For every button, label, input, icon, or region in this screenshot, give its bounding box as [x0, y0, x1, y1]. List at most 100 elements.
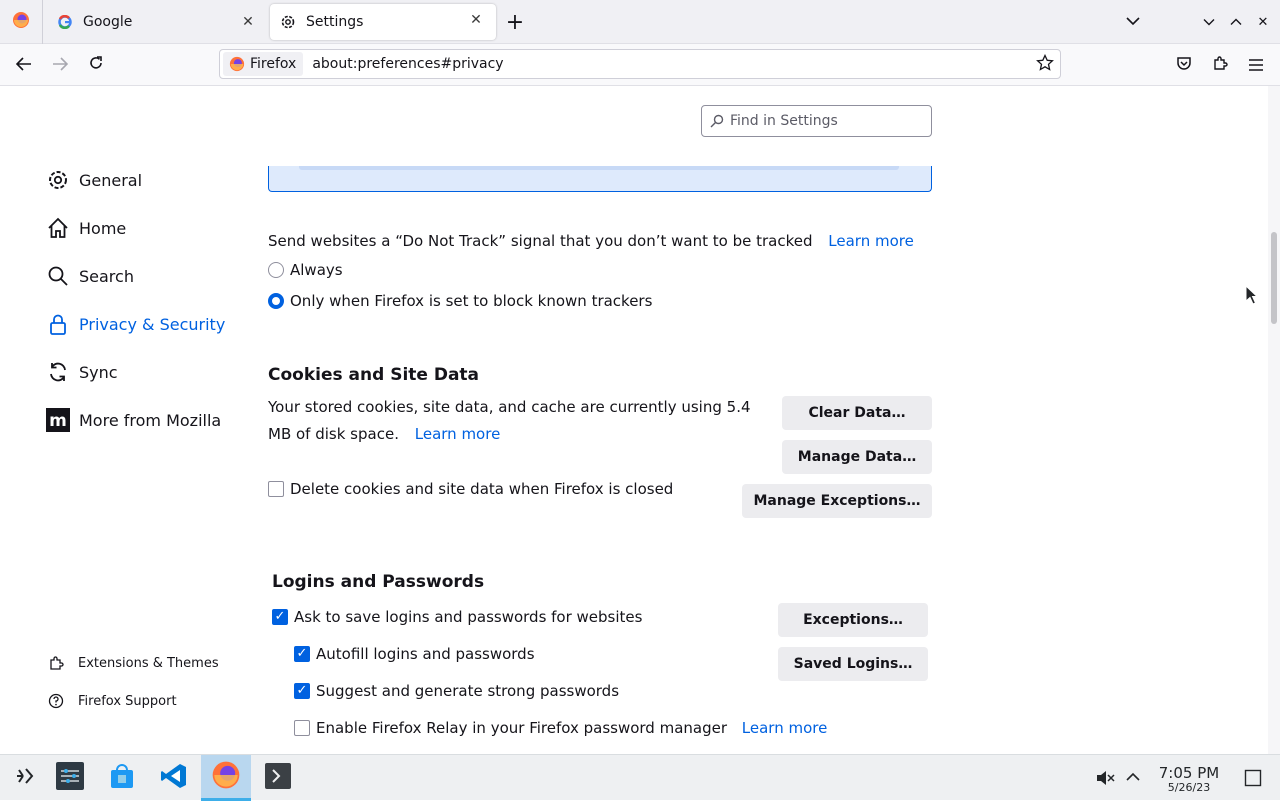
back-button[interactable] — [10, 52, 38, 78]
sidebar-item-label: Extensions & Themes — [78, 655, 219, 671]
firefox-relay-checkbox[interactable] — [294, 720, 310, 736]
app-menu-button[interactable] — [1242, 52, 1270, 78]
cookies-heading: Cookies and Site Data — [268, 365, 480, 385]
taskbar: 7:05 PM 5/26/23 — [0, 754, 1280, 801]
sidebar-item-label: Firefox Support — [78, 693, 177, 709]
close-icon[interactable]: ✕ — [466, 10, 486, 30]
sidebar-item-search[interactable]: Search — [46, 259, 134, 293]
sidebar-item-firefox-support[interactable]: Firefox Support — [46, 689, 177, 713]
tab-settings[interactable]: Settings ✕ — [270, 4, 496, 40]
logins-exceptions-button[interactable]: Exceptions… — [778, 603, 928, 637]
card-divider — [299, 166, 899, 170]
clear-data-button[interactable]: Clear Data… — [782, 396, 932, 430]
tracking-protection-card — [268, 166, 932, 192]
manage-exceptions-button[interactable]: Manage Exceptions… — [742, 484, 932, 518]
scrollbar-thumb[interactable] — [1271, 232, 1277, 324]
relay-learn-more-link[interactable]: Learn more — [742, 719, 828, 737]
volume-muted-icon[interactable] — [1095, 768, 1115, 792]
vscode-icon — [160, 762, 188, 794]
lock-icon — [46, 312, 70, 336]
close-icon: ✕ — [1257, 14, 1269, 30]
clock-date[interactable]: 5/26/23 — [1154, 781, 1224, 794]
tab-google[interactable]: Google ✕ — [42, 0, 268, 44]
firefox-icon — [211, 760, 241, 794]
firefox-icon — [229, 56, 245, 72]
clock-time[interactable]: 7:05 PM — [1154, 764, 1224, 782]
arrow-left-icon — [15, 55, 32, 76]
minimize-button[interactable] — [1198, 0, 1220, 44]
taskbar-discover[interactable] — [97, 755, 147, 801]
ask-save-logins-checkbox[interactable]: ✓ — [272, 609, 288, 625]
cookies-learn-more-link[interactable]: Learn more — [415, 425, 501, 443]
sidebar-item-privacy-security[interactable]: Privacy & Security — [46, 307, 225, 341]
logins-heading: Logins and Passwords — [272, 572, 485, 592]
sidebar-item-label: More from Mozilla — [79, 410, 222, 430]
search-input[interactable]: Find in Settings — [701, 105, 932, 137]
dnt-learn-more-link[interactable]: Learn more — [828, 232, 914, 250]
ask-save-logins-label[interactable]: Ask to save logins and passwords for web… — [294, 608, 642, 626]
search-placeholder: Find in Settings — [730, 113, 838, 129]
close-window-button[interactable]: ✕ — [1252, 0, 1274, 44]
chevron-up-icon — [1230, 14, 1242, 30]
show-desktop-icon[interactable] — [1244, 769, 1262, 791]
sync-icon — [46, 360, 70, 384]
pocket-button[interactable] — [1170, 52, 1198, 78]
application-launcher[interactable] — [0, 755, 50, 801]
close-icon[interactable]: ✕ — [238, 12, 258, 32]
cookies-usage-text: MB of disk space. — [268, 425, 399, 443]
delete-cookies-checkbox[interactable] — [268, 481, 284, 497]
home-icon — [46, 216, 70, 240]
sidebar-item-label: Search — [79, 266, 134, 286]
delete-cookies-label[interactable]: Delete cookies and site data when Firefo… — [290, 480, 673, 498]
forward-button[interactable] — [46, 52, 74, 78]
tab-label: Google — [83, 14, 133, 30]
manage-data-button[interactable]: Manage Data… — [782, 440, 932, 474]
identity-box[interactable]: Firefox — [223, 52, 304, 76]
extensions-button[interactable] — [1206, 52, 1234, 78]
maximize-button[interactable] — [1225, 0, 1247, 44]
dnt-only-when-blocking-label[interactable]: Only when Firefox is set to block known … — [290, 292, 652, 310]
suggest-passwords-label[interactable]: Suggest and generate strong passwords — [316, 682, 619, 700]
settings-page: Find in Settings General Home Search Pri… — [0, 86, 1268, 754]
chevron-down-icon — [1203, 14, 1215, 30]
sidebar-item-label: General — [79, 170, 143, 190]
saved-logins-button[interactable]: Saved Logins… — [778, 647, 928, 681]
reload-button[interactable] — [82, 52, 110, 78]
sidebar-item-home[interactable]: Home — [46, 211, 126, 245]
firefox-view-button[interactable] — [0, 0, 42, 44]
terminal-icon — [264, 762, 292, 794]
cookies-usage-line2: MB of disk space. Learn more — [268, 425, 500, 443]
taskbar-terminal[interactable] — [253, 755, 303, 801]
sidebar-item-sync[interactable]: Sync — [46, 355, 118, 389]
bookmark-star-icon[interactable] — [1036, 53, 1054, 76]
autofill-logins-label[interactable]: Autofill logins and passwords — [316, 645, 535, 663]
sidebar-item-extensions-themes[interactable]: Extensions & Themes — [46, 651, 219, 675]
mozilla-icon: m — [46, 408, 70, 432]
new-tab-button[interactable]: + — [502, 0, 528, 44]
dnt-only-when-blocking-radio[interactable] — [268, 293, 284, 309]
autofill-logins-checkbox[interactable]: ✓ — [294, 646, 310, 662]
launcher-icon — [13, 764, 37, 792]
puzzle-icon — [1212, 55, 1228, 76]
firefox-relay-label[interactable]: Enable Firefox Relay in your Firefox pas… — [316, 719, 727, 737]
page-scrollbar[interactable] — [1268, 86, 1280, 754]
dnt-always-label[interactable]: Always — [290, 261, 343, 279]
gear-icon — [280, 14, 296, 30]
search-icon — [710, 114, 724, 128]
mouse-cursor — [1245, 284, 1259, 309]
reload-icon — [88, 55, 104, 76]
dnt-always-radio[interactable] — [268, 262, 284, 278]
settings-app-icon — [55, 761, 85, 795]
taskbar-vscode[interactable] — [149, 755, 199, 801]
sidebar-item-more-from-mozilla[interactable]: m More from Mozilla — [46, 403, 221, 437]
system-tray-expand-icon[interactable] — [1126, 770, 1140, 788]
list-all-tabs-button[interactable] — [1121, 0, 1145, 44]
taskbar-firefox[interactable] — [201, 755, 251, 801]
sidebar-item-general[interactable]: General — [46, 163, 142, 197]
url-text[interactable]: about:preferences#privacy — [312, 56, 503, 72]
taskbar-system-settings[interactable] — [45, 755, 95, 801]
url-bar[interactable]: Firefox about:preferences#privacy — [219, 49, 1061, 79]
identity-label: Firefox — [250, 56, 297, 72]
suggest-passwords-checkbox[interactable]: ✓ — [294, 683, 310, 699]
dnt-description: Send websites a “Do Not Track” signal th… — [268, 232, 914, 250]
